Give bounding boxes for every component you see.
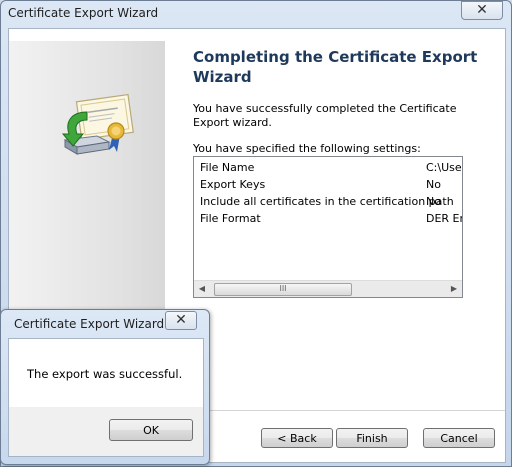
setting-value: DER En xyxy=(426,212,463,225)
setting-value: C:\User xyxy=(426,161,463,174)
finish-button[interactable]: Finish xyxy=(336,428,408,448)
message-area: The export was successful. xyxy=(9,339,203,407)
settings-row[interactable]: File Format DER En xyxy=(200,211,462,227)
settings-label: You have specified the following setting… xyxy=(193,142,421,155)
scroll-thumb[interactable]: III xyxy=(214,283,352,296)
completion-description: You have successfully completed the Cert… xyxy=(193,102,457,129)
setting-value: No xyxy=(426,195,441,208)
certificate-export-icon xyxy=(61,93,134,155)
setting-name: File Name xyxy=(200,161,255,174)
ok-button[interactable]: OK xyxy=(109,419,193,441)
scroll-right-icon[interactable]: ▶ xyxy=(446,281,462,297)
back-button[interactable]: < Back xyxy=(261,428,333,448)
dialog-message: The export was successful. xyxy=(27,367,183,381)
settings-row[interactable]: Include all certificates in the certific… xyxy=(200,194,458,210)
setting-value: No xyxy=(426,178,441,191)
scroll-left-icon[interactable]: ◀ xyxy=(194,281,210,297)
success-dialog: Certificate Export Wizard ✕ The export w… xyxy=(0,309,210,465)
setting-name: Export Keys xyxy=(200,178,266,191)
window-title: Certificate Export Wizard xyxy=(8,6,159,20)
cancel-button[interactable]: Cancel xyxy=(423,428,495,448)
setting-name: Include all certificates in the certific… xyxy=(200,195,454,208)
dialog-title: Certificate Export Wizard xyxy=(14,317,165,331)
settings-row[interactable]: Export Keys No xyxy=(200,177,458,193)
horizontal-scrollbar[interactable]: ◀ III ▶ xyxy=(194,280,462,297)
close-icon[interactable]: ✕ xyxy=(461,1,503,20)
dialog-client-area: The export was successful. OK xyxy=(8,338,204,457)
settings-list[interactable]: File Name C:\User Export Keys No Include… xyxy=(193,156,463,298)
close-icon[interactable]: ✕ xyxy=(165,311,197,330)
settings-row[interactable]: File Name C:\User xyxy=(200,160,462,176)
page-title: Completing the Certificate Export Wizard xyxy=(193,48,478,86)
setting-name: File Format xyxy=(200,212,261,225)
